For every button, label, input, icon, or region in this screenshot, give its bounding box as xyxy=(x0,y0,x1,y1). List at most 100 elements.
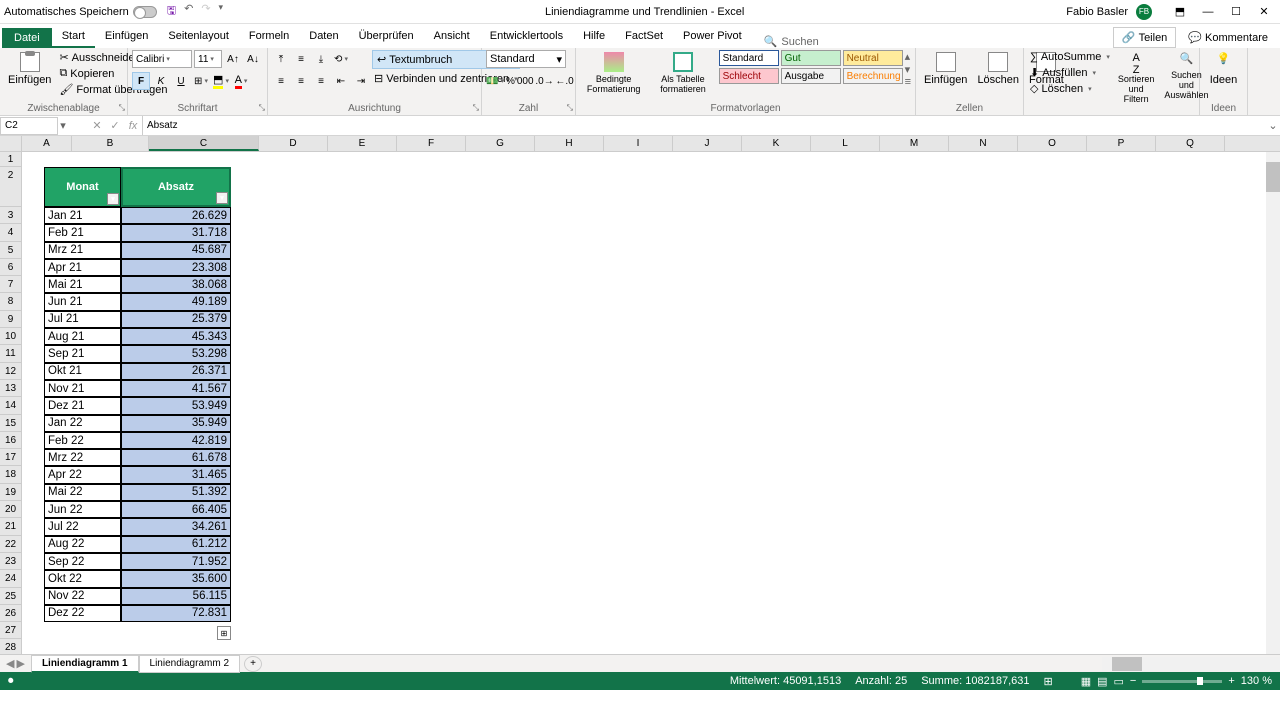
expand-formula-bar-icon[interactable]: ⌄ xyxy=(1266,119,1280,132)
increase-indent-icon[interactable]: ⇥ xyxy=(352,72,370,90)
row-header[interactable]: 2 xyxy=(0,167,22,207)
row-header[interactable]: 8 xyxy=(0,293,22,310)
sheet-nav-next-icon[interactable]: ▶ xyxy=(16,657,24,670)
sheet-nav-prev-icon[interactable]: ◀ xyxy=(6,657,14,670)
cell-value[interactable]: 26.629 xyxy=(121,207,231,224)
align-left-icon[interactable]: ≡ xyxy=(272,72,290,90)
zoom-level[interactable]: 130 % xyxy=(1241,675,1272,687)
paste-button[interactable]: Einfügen xyxy=(4,50,55,102)
record-macro-icon[interactable]: ⏺ xyxy=(8,675,14,688)
cell-month[interactable]: Jan 22 xyxy=(44,415,121,432)
spreadsheet-grid[interactable]: Monat▾Absatz▾Jan 2126.629Feb 2131.718Mrz… xyxy=(22,152,1280,654)
column-header-E[interactable]: E xyxy=(328,136,397,151)
cell-month[interactable]: Mai 21 xyxy=(44,276,121,293)
row-header[interactable]: 21 xyxy=(0,518,22,535)
column-header-D[interactable]: D xyxy=(259,136,328,151)
font-size-select[interactable]: 11 xyxy=(194,50,222,68)
cell-value[interactable]: 45.687 xyxy=(121,242,231,259)
comments-button[interactable]: 💬 Kommentare xyxy=(1180,27,1276,48)
tab-seitenlayout[interactable]: Seitenlayout xyxy=(158,26,239,48)
cell-value[interactable]: 42.819 xyxy=(121,432,231,449)
number-format-select[interactable]: Standard▾ xyxy=(486,50,566,68)
user-avatar[interactable]: FB xyxy=(1136,4,1152,20)
cell-month[interactable]: Mrz 22 xyxy=(44,449,121,466)
minimize-icon[interactable]: — xyxy=(1196,3,1220,21)
column-header-I[interactable]: I xyxy=(604,136,673,151)
cell-month[interactable]: Mrz 21 xyxy=(44,242,121,259)
increase-decimal-icon[interactable]: .0→ xyxy=(536,72,554,90)
row-header[interactable]: 4 xyxy=(0,224,22,241)
tab-daten[interactable]: Daten xyxy=(299,26,348,48)
enter-formula-icon[interactable]: ✓ xyxy=(106,119,124,132)
cell-month[interactable]: Jul 22 xyxy=(44,518,121,535)
row-header[interactable]: 7 xyxy=(0,276,22,293)
cell-month[interactable]: Jun 22 xyxy=(44,501,121,518)
cell-value[interactable]: 51.392 xyxy=(121,484,231,501)
font-name-select[interactable]: Calibri xyxy=(132,50,192,68)
delete-cells-button[interactable]: Löschen xyxy=(973,50,1023,102)
row-header[interactable]: 3 xyxy=(0,207,22,224)
decrease-indent-icon[interactable]: ⇤ xyxy=(332,72,350,90)
row-header[interactable]: 24 xyxy=(0,570,22,587)
style-scroll-down-icon[interactable]: ▾ xyxy=(905,63,911,76)
column-header-C[interactable]: C xyxy=(149,136,259,151)
decrease-font-icon[interactable]: A↓ xyxy=(244,50,262,68)
cell-month[interactable]: Apr 22 xyxy=(44,466,121,483)
row-header[interactable]: 11 xyxy=(0,345,22,362)
autosum-button[interactable]: ∑AutoSumme xyxy=(1028,50,1112,64)
save-icon[interactable]: 🖫 xyxy=(167,2,176,21)
row-header[interactable]: 5 xyxy=(0,242,22,259)
cell-value[interactable]: 23.308 xyxy=(121,259,231,276)
ribbon-display-icon[interactable]: ⬒ xyxy=(1168,3,1192,21)
row-header[interactable]: 20 xyxy=(0,501,22,518)
row-header[interactable]: 28 xyxy=(0,639,22,654)
style-bad[interactable]: Schlecht xyxy=(719,68,779,84)
cell-month[interactable]: Nov 22 xyxy=(44,588,121,605)
row-header[interactable]: 25 xyxy=(0,588,22,605)
cell-month[interactable]: Jun 21 xyxy=(44,293,121,310)
zoom-in-icon[interactable]: + xyxy=(1228,675,1234,687)
border-button[interactable]: ⊞ xyxy=(192,72,210,90)
zoom-out-icon[interactable]: − xyxy=(1130,675,1136,687)
row-header[interactable]: 12 xyxy=(0,363,22,380)
select-all-corner[interactable] xyxy=(0,136,22,151)
cell-value[interactable]: 38.068 xyxy=(121,276,231,293)
filter-button[interactable]: ▾ xyxy=(107,193,119,205)
cell-value[interactable]: 31.718 xyxy=(121,224,231,241)
style-scroll-up-icon[interactable]: ▴ xyxy=(905,50,911,63)
style-good[interactable]: Gut xyxy=(781,50,841,66)
row-header[interactable]: 26 xyxy=(0,605,22,622)
toggle-switch[interactable] xyxy=(133,6,157,18)
align-right-icon[interactable]: ≡ xyxy=(312,72,330,90)
conditional-formatting-button[interactable]: Bedingte Formatierung xyxy=(580,50,647,102)
undo-icon[interactable]: ↶ xyxy=(184,2,193,21)
cell-value[interactable]: 66.405 xyxy=(121,501,231,518)
cell-value[interactable]: 25.379 xyxy=(121,311,231,328)
user-name[interactable]: Fabio Basler xyxy=(1066,6,1128,18)
format-as-table-button[interactable]: Als Tabelle formatieren xyxy=(649,50,716,102)
decrease-decimal-icon[interactable]: ←.0 xyxy=(556,72,574,90)
cell-month[interactable]: Dez 21 xyxy=(44,397,121,414)
vertical-scrollbar[interactable] xyxy=(1266,152,1280,654)
row-header[interactable]: 19 xyxy=(0,484,22,501)
align-bottom-icon[interactable]: ⤓ xyxy=(312,50,330,68)
tab-factset[interactable]: FactSet xyxy=(615,26,673,48)
cell-month[interactable]: Okt 21 xyxy=(44,363,121,380)
align-top-icon[interactable]: ⤒ xyxy=(272,50,290,68)
table-header-absatz[interactable]: Absatz▾ xyxy=(121,167,231,207)
increase-font-icon[interactable]: A↑ xyxy=(224,50,242,68)
row-header[interactable]: 15 xyxy=(0,415,22,432)
cell-month[interactable]: Sep 21 xyxy=(44,345,121,362)
row-header[interactable]: 18 xyxy=(0,466,22,483)
tab-überprüfen[interactable]: Überprüfen xyxy=(349,26,424,48)
display-settings-icon[interactable]: ⊞ xyxy=(1043,675,1052,688)
cell-value[interactable]: 71.952 xyxy=(121,553,231,570)
cell-value[interactable]: 41.567 xyxy=(121,380,231,397)
cell-value[interactable]: 72.831 xyxy=(121,605,231,622)
align-center-icon[interactable]: ≡ xyxy=(292,72,310,90)
cell-value[interactable]: 45.343 xyxy=(121,328,231,345)
cell-value[interactable]: 34.261 xyxy=(121,518,231,535)
column-header-A[interactable]: A xyxy=(22,136,72,151)
cell-month[interactable]: Jul 21 xyxy=(44,311,121,328)
tab-einfügen[interactable]: Einfügen xyxy=(95,26,158,48)
